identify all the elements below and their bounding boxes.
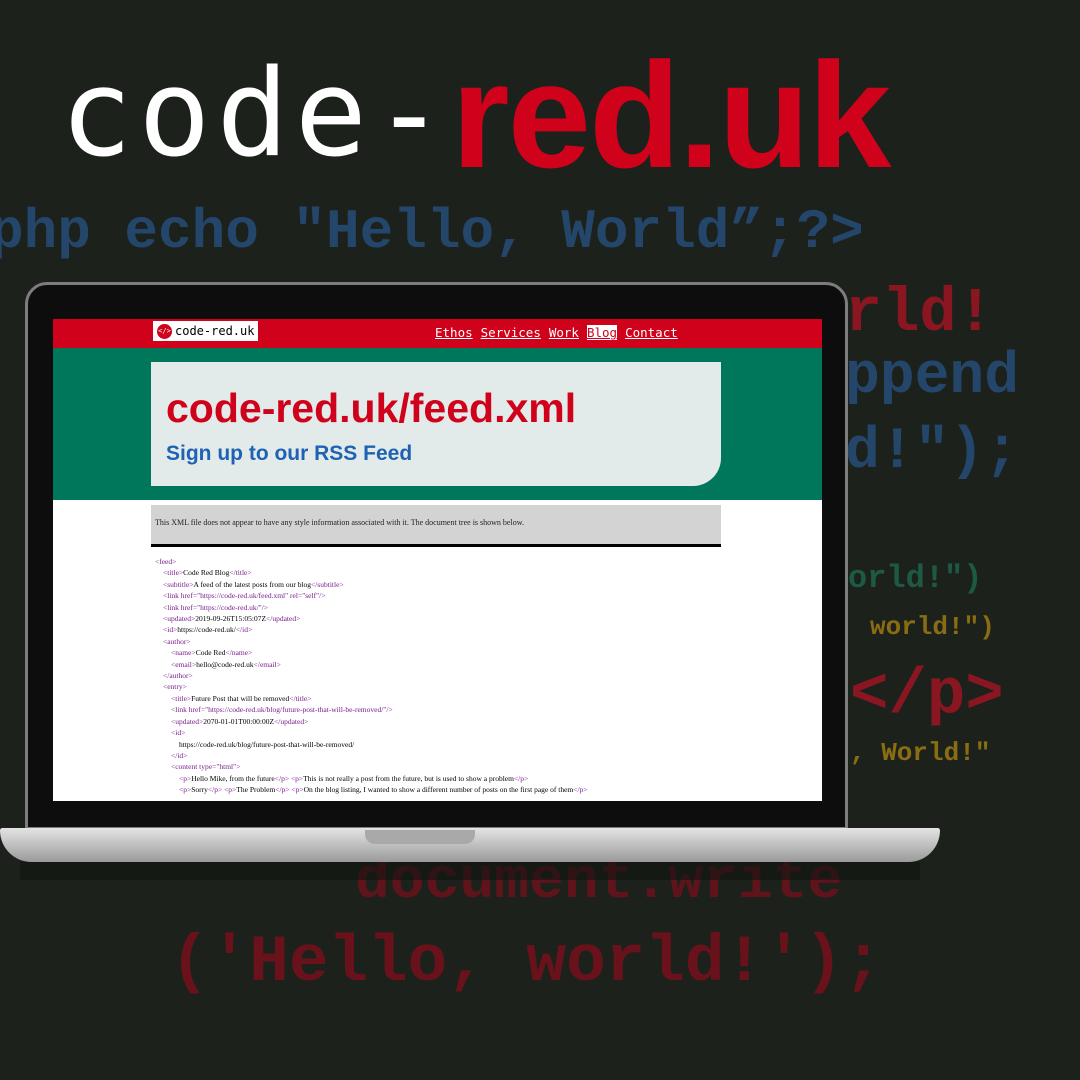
xml-line: </id> (171, 750, 188, 760)
xml-line: <id> (171, 728, 186, 738)
xml-line: </author> (163, 671, 193, 681)
background-code-line: php echo "Hello, World”;?> (0, 200, 864, 264)
hero-banner: code-red.uk/feed.xml Sign up to our RSS … (53, 348, 822, 500)
xml-line: https://code-red.uk/blog/future-post-tha… (179, 739, 355, 749)
laptop-screen: </> code-red.uk Ethos Services Work Blog… (53, 319, 822, 801)
page-subtitle: Sign up to our RSS Feed (166, 442, 413, 465)
background-code-line: orld!") (848, 560, 983, 597)
xml-line: <link href="https://code-red.uk/"/> (163, 602, 269, 612)
background-code-line: d!"); (845, 420, 1020, 485)
site-nav-bar: </> code-red.uk Ethos Services Work Blog… (53, 319, 822, 348)
xml-line: <name>Code Red</name> (171, 648, 253, 658)
brand-title-suffix: red.uk (451, 31, 891, 199)
xml-document-tree: <feed> <title>Code Red Blog</title> <subti… (155, 556, 588, 796)
laptop-reflection (20, 862, 920, 880)
xml-line: <updated>2070-01-01T00:00:00Z</updated> (171, 716, 309, 726)
xml-line: <subtitle>A feed of the latest posts fro… (163, 579, 344, 589)
site-logo[interactable]: </> code-red.uk (153, 321, 259, 341)
background-code-line: ppend (845, 345, 1020, 410)
background-code-line: , World!" (850, 738, 991, 768)
code-brackets-icon: </> (157, 323, 172, 339)
laptop-notch (365, 830, 475, 844)
xml-line: <p>Sorry</p> <p>The Problem</p> <p>On th… (179, 785, 588, 795)
xml-line: <entry> (163, 682, 187, 692)
background-code-line: ('Hello, world!'); (170, 925, 883, 1000)
xml-line: <feed> (155, 557, 177, 566)
xml-line: <link href="https://code-red.uk/feed.xml… (163, 591, 326, 601)
laptop: </> code-red.uk Ethos Services Work Blog… (25, 282, 848, 830)
background-code-line: world!") (870, 612, 995, 642)
xml-line: <title>Future Post that will be removed<… (171, 693, 312, 703)
brand-title-prefix: code- (60, 45, 452, 184)
xml-line: <p>Hello Mike, from the future</p> <p>Th… (179, 773, 529, 783)
xml-line: <link href="https://code-red.uk/blog/fut… (171, 705, 393, 715)
background-code-line: rld! (845, 278, 994, 349)
brand-title: code-red.uk (60, 40, 891, 190)
hero-card: code-red.uk/feed.xml Sign up to our RSS … (151, 362, 721, 486)
page-title: code-red.uk/feed.xml (166, 385, 577, 431)
xml-line: <author> (163, 636, 191, 646)
background-code-line: </p> (850, 660, 1004, 732)
nav-link-work[interactable]: Work (549, 325, 579, 340)
xml-line: <title>Code Red Blog</title> (163, 568, 252, 578)
xml-line: <content type="html"> (171, 762, 241, 772)
nav-link-contact[interactable]: Contact (625, 325, 678, 340)
site-logo-text: code-red.uk (175, 324, 255, 338)
nav-links: Ethos Services Work Blog Contact (435, 325, 678, 340)
xml-line: <updated>2019-09-26T15:05:07Z</updated> (163, 614, 301, 624)
xml-line: <id>https://code-red.uk/</id> (163, 625, 253, 635)
nav-link-ethos[interactable]: Ethos (435, 325, 473, 340)
nav-link-blog[interactable]: Blog (586, 325, 618, 340)
nav-link-services[interactable]: Services (481, 325, 541, 340)
xml-info-notice: This XML file does not appear to have an… (151, 505, 721, 547)
xml-line: <email>hello@code-red.uk</email> (171, 659, 281, 669)
